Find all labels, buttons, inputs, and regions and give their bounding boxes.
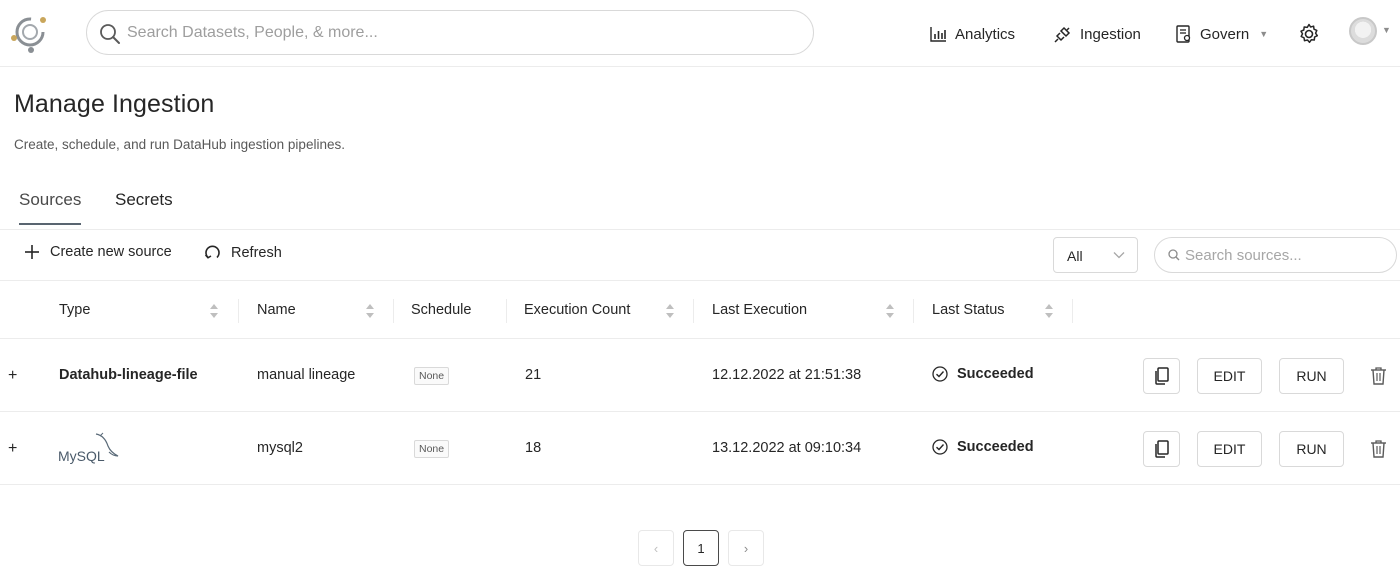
nav-ingestion[interactable]: Ingestion bbox=[1054, 20, 1141, 48]
column-divider bbox=[1072, 299, 1073, 323]
pagination-page-1[interactable]: 1 bbox=[683, 530, 719, 566]
column-header-schedule: Schedule bbox=[411, 302, 472, 318]
avatar-chevron-down-icon[interactable]: ▼ bbox=[1382, 25, 1391, 35]
api-plug-icon bbox=[1054, 26, 1071, 43]
refresh-icon bbox=[204, 245, 220, 259]
nav-analytics-label: Analytics bbox=[955, 25, 1016, 43]
copy-urn-button[interactable] bbox=[1143, 431, 1180, 467]
gear-icon bbox=[1300, 23, 1319, 44]
column-divider bbox=[393, 299, 394, 323]
check-circle-icon bbox=[932, 366, 948, 382]
schedule-badge: None bbox=[414, 367, 450, 385]
page-subtitle: Create, schedule, and run DataHub ingest… bbox=[14, 137, 345, 152]
check-circle-icon bbox=[932, 439, 948, 455]
create-new-source-label: Create new source bbox=[50, 244, 172, 260]
source-name: mysql2 bbox=[257, 440, 303, 456]
sort-icon[interactable] bbox=[1044, 303, 1054, 319]
refresh-button[interactable]: Refresh bbox=[204, 244, 282, 261]
pagination-next-button[interactable]: › bbox=[728, 530, 764, 566]
status-badge: Succeeded bbox=[932, 366, 1034, 382]
run-button[interactable]: RUN bbox=[1279, 358, 1344, 394]
source-search-input[interactable] bbox=[1185, 243, 1385, 267]
column-header-type[interactable]: Type bbox=[59, 302, 90, 318]
edit-button[interactable]: EDIT bbox=[1197, 431, 1262, 467]
copy-icon bbox=[1154, 367, 1169, 385]
source-filter-value: All bbox=[1067, 248, 1083, 264]
trash-icon[interactable] bbox=[1370, 366, 1387, 385]
source-filter-select[interactable]: All bbox=[1053, 237, 1138, 273]
global-search-input[interactable] bbox=[127, 17, 787, 49]
status-text: Succeeded bbox=[957, 439, 1034, 455]
mysql-logo: MySQL bbox=[58, 432, 119, 464]
user-avatar[interactable] bbox=[1349, 17, 1377, 45]
expand-row-button[interactable]: + bbox=[8, 440, 17, 458]
source-name: manual lineage bbox=[257, 367, 356, 383]
datahub-logo[interactable] bbox=[8, 10, 52, 54]
nav-ingestion-label: Ingestion bbox=[1080, 25, 1141, 43]
pagination-prev-button[interactable]: ‹ bbox=[638, 530, 674, 566]
last-execution: 13.12.2022 at 09:10:34 bbox=[712, 440, 862, 456]
sources-toolbar: Create new source Refresh All bbox=[0, 231, 1400, 281]
tab-sources[interactable]: Sources bbox=[19, 190, 82, 225]
refresh-label: Refresh bbox=[231, 244, 282, 261]
table-header: Type Name Schedule Execution Count Last … bbox=[0, 282, 1400, 339]
execution-count: 21 bbox=[525, 367, 542, 383]
chevron-down-icon: ▼ bbox=[1259, 29, 1269, 39]
execution-count: 18 bbox=[525, 440, 542, 456]
sort-icon[interactable] bbox=[365, 303, 375, 319]
status-text: Succeeded bbox=[957, 366, 1034, 382]
status-badge: Succeeded bbox=[932, 439, 1034, 455]
datahub-logo-icon bbox=[11, 17, 46, 53]
tab-secrets[interactable]: Secrets bbox=[115, 190, 173, 224]
column-divider bbox=[913, 299, 914, 323]
edit-button[interactable]: EDIT bbox=[1197, 358, 1262, 394]
table-row: + MySQL mysql2 None 18 13.12.2022 at 09:… bbox=[0, 412, 1400, 485]
nav-analytics[interactable]: Analytics bbox=[930, 20, 1015, 48]
top-nav-bar: Analytics Ingestion Govern ▼ ▼ bbox=[0, 0, 1400, 67]
search-icon bbox=[100, 24, 120, 44]
column-divider bbox=[506, 299, 507, 323]
source-search-bar[interactable] bbox=[1154, 237, 1397, 273]
schedule-badge: None bbox=[414, 440, 450, 458]
column-header-execution-count[interactable]: Execution Count bbox=[524, 302, 630, 318]
copy-urn-button[interactable] bbox=[1143, 358, 1180, 394]
mysql-logo-text: MySQL bbox=[58, 448, 105, 464]
search-icon bbox=[1168, 249, 1180, 261]
run-button[interactable]: RUN bbox=[1279, 431, 1344, 467]
nav-govern-label: Govern bbox=[1200, 25, 1250, 43]
sort-icon[interactable] bbox=[885, 303, 895, 319]
page-title: Manage Ingestion bbox=[14, 90, 215, 118]
column-divider bbox=[693, 299, 694, 323]
source-type: Datahub-lineage-file bbox=[59, 367, 198, 383]
column-header-last-status[interactable]: Last Status bbox=[932, 302, 1005, 318]
sort-icon[interactable] bbox=[209, 303, 219, 319]
column-header-name[interactable]: Name bbox=[257, 302, 296, 318]
chevron-down-icon bbox=[1113, 252, 1125, 259]
table-row: + Datahub-lineage-file manual lineage No… bbox=[0, 339, 1400, 412]
expand-row-button[interactable]: + bbox=[8, 367, 17, 385]
create-new-source-button[interactable]: Create new source bbox=[24, 244, 172, 260]
nav-govern[interactable]: Govern ▼ bbox=[1176, 20, 1268, 48]
tab-bar: Sources Secrets bbox=[0, 180, 1400, 230]
plus-icon bbox=[25, 245, 39, 259]
sort-icon[interactable] bbox=[665, 303, 675, 319]
global-search-bar[interactable] bbox=[86, 10, 814, 55]
column-header-last-execution[interactable]: Last Execution bbox=[712, 302, 807, 318]
last-execution: 12.12.2022 at 21:51:38 bbox=[712, 367, 862, 383]
trash-icon[interactable] bbox=[1370, 439, 1387, 458]
govern-document-icon bbox=[1176, 25, 1191, 43]
bar-chart-icon bbox=[930, 27, 946, 42]
settings-button[interactable] bbox=[1297, 22, 1321, 46]
copy-icon bbox=[1154, 440, 1169, 458]
column-divider bbox=[238, 299, 239, 323]
